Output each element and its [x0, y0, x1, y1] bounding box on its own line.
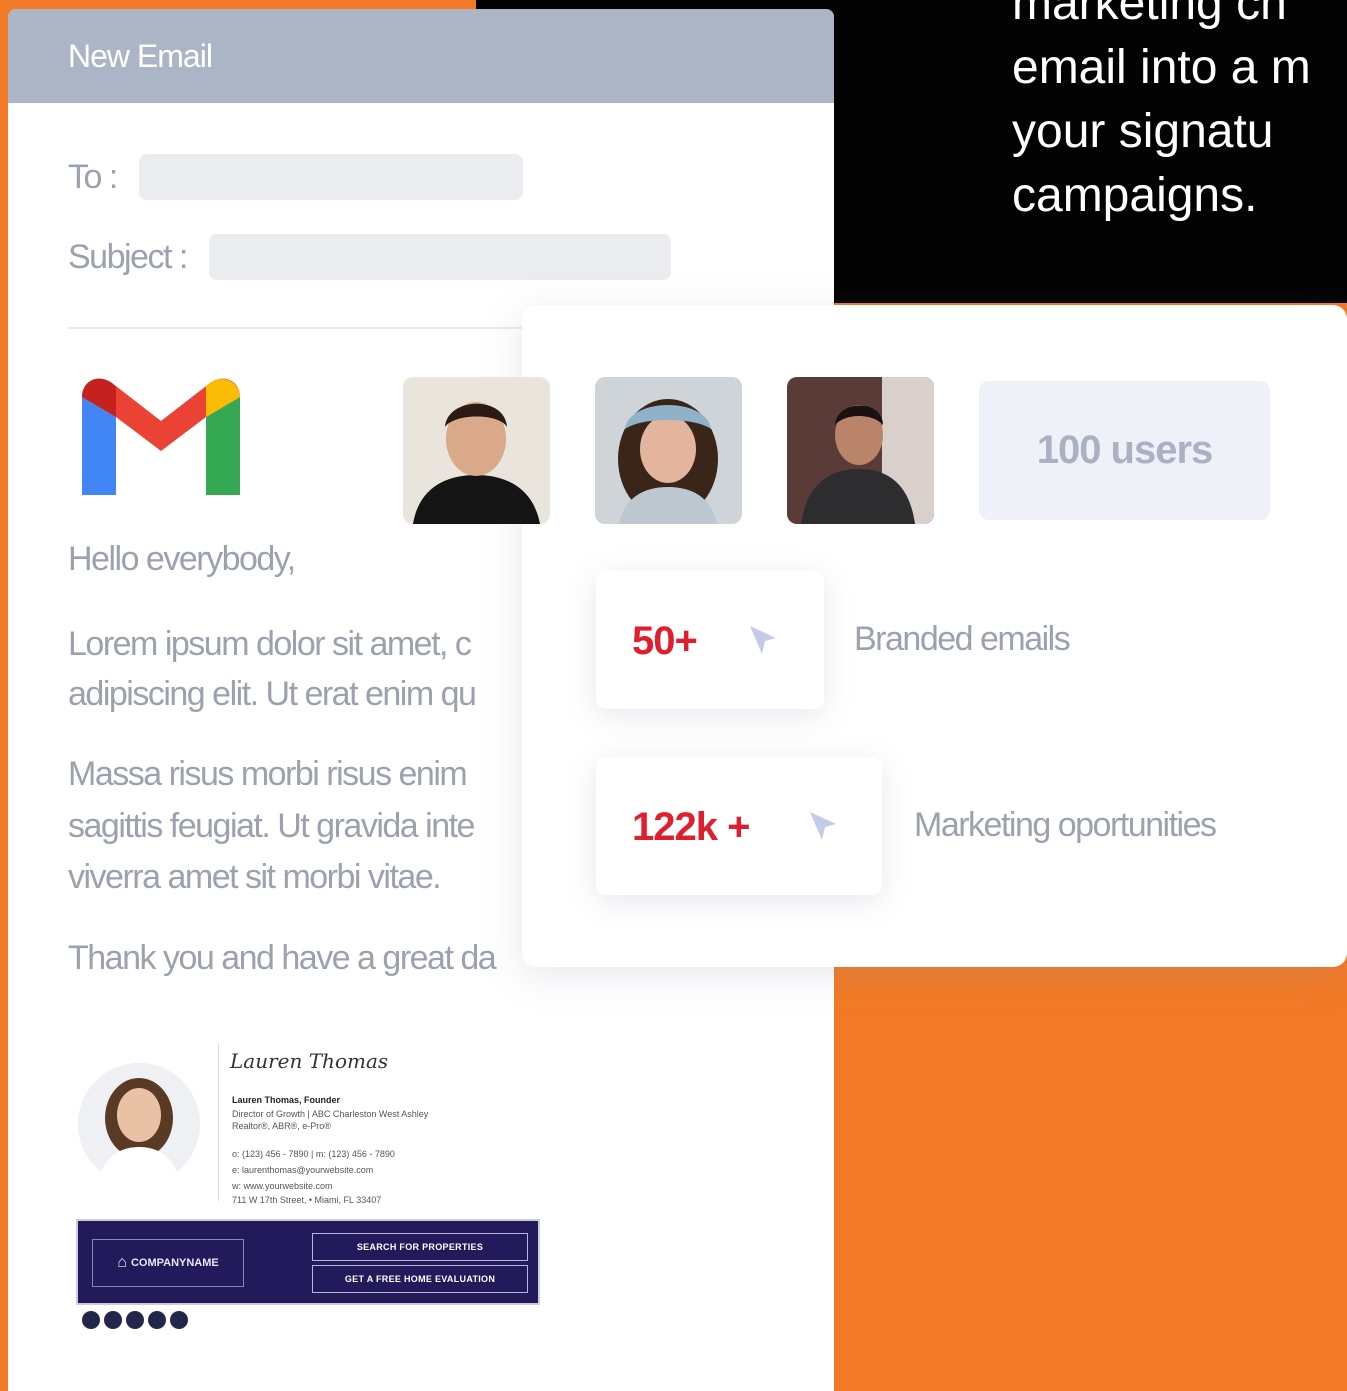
pointer-arrow-icon [810, 812, 836, 840]
signature-role: Realtor®, ABR®, e-Pro® [232, 1121, 331, 1131]
promo-text: marketing ch email into a m your signatu… [1012, 0, 1347, 228]
window-title: New Email [68, 37, 213, 74]
email-signature: Lauren Thomas Lauren Thomas, Founder Dir… [68, 1039, 548, 1339]
paragraph-line: Massa risus morbi risus enim [68, 755, 468, 793]
signature-divider [218, 1043, 219, 1201]
user-avatar [787, 377, 934, 524]
pointer-arrow-icon [750, 626, 776, 654]
search-properties-button[interactable]: SEARCH FOR PROPERTIES [312, 1233, 528, 1261]
signature-website[interactable]: w: www.yourwebsite.com [232, 1181, 333, 1191]
youtube-icon[interactable] [170, 1311, 188, 1329]
stat-value: 50+ [632, 619, 698, 663]
signature-address: 711 W 17th Street, • Miami, FL 33407 [232, 1195, 382, 1205]
signature-email[interactable]: e: laurenthomas@yourwebsite.com [232, 1165, 373, 1175]
signature-name: Lauren Thomas, Founder [232, 1095, 341, 1105]
twitter-icon[interactable] [104, 1311, 122, 1329]
paragraph-line: viverra amet sit morbi vitae. [68, 858, 442, 896]
to-label: To : [68, 157, 118, 196]
company-name: COMPANYNAME [130, 1257, 219, 1269]
to-row: To : [68, 154, 523, 200]
user-avatar [403, 377, 550, 524]
signature-script: Lauren Thomas [230, 1049, 389, 1073]
stat-value: 122k + [632, 805, 750, 849]
company-logo: ⌂ COMPANYNAME [92, 1239, 244, 1287]
email-window-header: New Email [8, 9, 834, 103]
signature-banner: ⌂ COMPANYNAME SEARCH FOR PROPERTIES GET … [76, 1219, 540, 1305]
signature-role: Director of Growth | ABC Charleston West… [232, 1109, 429, 1119]
orange-block [830, 965, 1347, 1391]
subject-row: Subject : [68, 234, 671, 280]
subject-input[interactable] [208, 234, 671, 280]
paragraph-line: Lorem ipsum dolor sit amet, c [68, 625, 472, 663]
subject-label: Subject : [68, 237, 188, 276]
user-avatar [595, 377, 742, 524]
promo-line: campaigns. [1012, 169, 1258, 222]
signature-phones: o: (123) 456 - 7890 | m: (123) 456 - 789… [232, 1149, 395, 1159]
gmail-logo-icon [82, 378, 240, 495]
stat-label: Branded emails [854, 620, 1071, 658]
instagram-icon[interactable] [148, 1311, 166, 1329]
linkedin-icon[interactable] [126, 1311, 144, 1329]
divider [68, 327, 528, 329]
paragraph-line: adipiscing elit. Ut erat enim qu [68, 675, 477, 713]
greeting: Hello everybody, [68, 540, 296, 578]
stat-label: Marketing oportunities [914, 806, 1217, 844]
promo-line: your signatu [1012, 105, 1274, 158]
paragraph-line: sagittis feugiat. Ut gravida inte [68, 807, 475, 845]
users-count-badge: 100 users [979, 381, 1270, 520]
social-icons [82, 1311, 188, 1329]
stat-card [596, 571, 824, 709]
signature-avatar [78, 1063, 200, 1185]
facebook-icon[interactable] [82, 1311, 100, 1329]
promo-line: marketing ch [1012, 0, 1287, 30]
promo-line: email into a m [1012, 41, 1311, 94]
to-input[interactable] [138, 154, 523, 200]
home-evaluation-button[interactable]: GET A FREE HOME EVALUATION [312, 1265, 528, 1293]
closing-line: Thank you and have a great da [68, 939, 497, 977]
